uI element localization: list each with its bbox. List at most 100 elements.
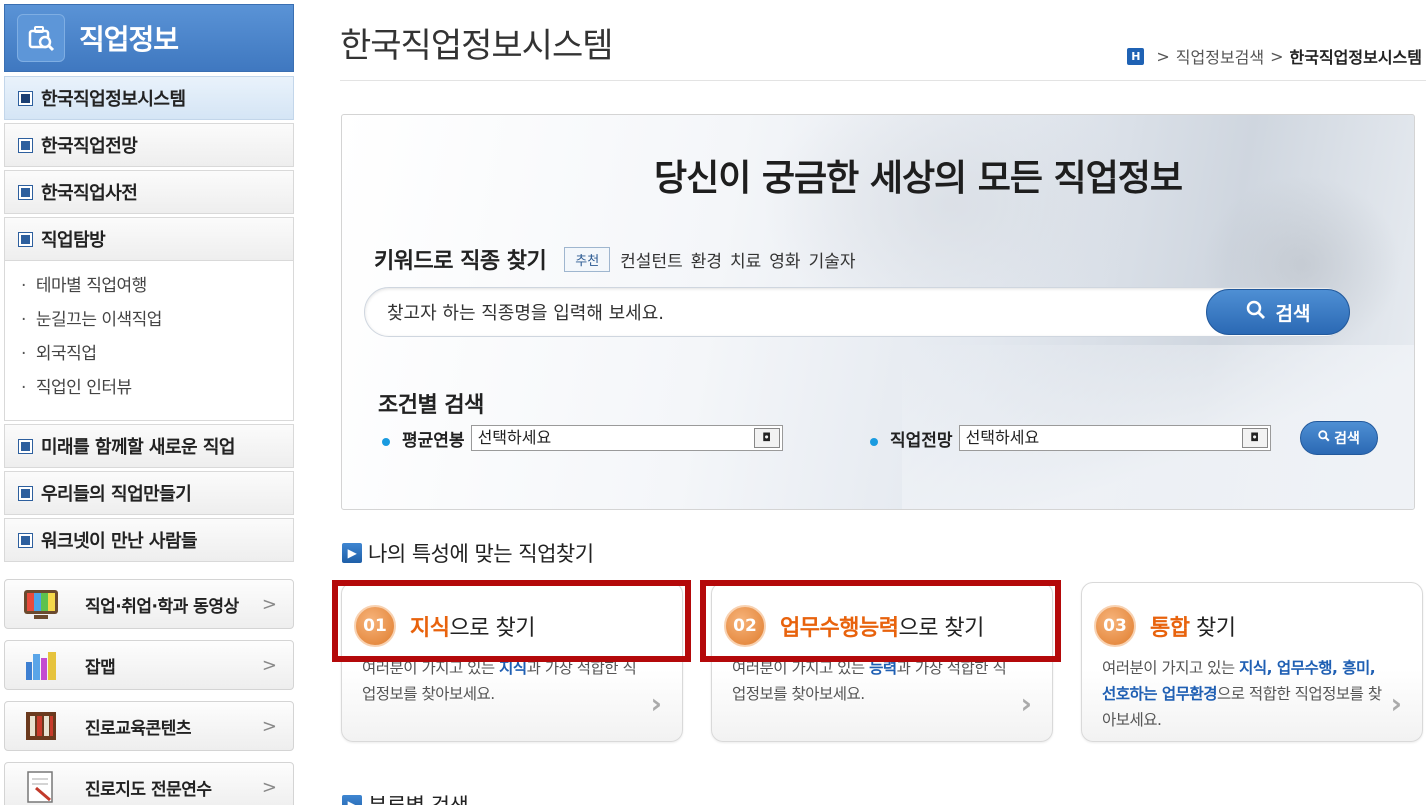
search-button-label: 검색	[1275, 302, 1311, 325]
category-section-header: ▶ 분류별 검색	[342, 790, 469, 805]
search-job-icon	[17, 14, 65, 62]
chevron-right-icon: ›	[1020, 687, 1032, 720]
breadcrumb-item-job-search[interactable]: 직업정보검색	[1176, 44, 1264, 68]
dropdown-arrow-icon: ◘	[1241, 428, 1268, 448]
home-icon[interactable]: H	[1127, 47, 1145, 65]
card-title-rest: 찾기	[1189, 616, 1236, 641]
title-divider	[340, 80, 1426, 81]
sidebar-item-making-jobs[interactable]: 우리들의 직업만들기	[4, 471, 294, 515]
annotation-highlight-box	[332, 580, 691, 662]
condition-search-title: 조건별 검색	[378, 393, 484, 418]
search-headline: 당신이 궁금한 세상의 모든 직업정보	[654, 158, 1183, 199]
card-head: 03 통합 찾기	[1094, 605, 1236, 647]
quick-link-career-content[interactable]: 진로교육콘텐츠 >	[4, 701, 294, 751]
map-icon	[21, 647, 61, 683]
search-icon	[1246, 300, 1266, 325]
chevron-right-icon: >	[261, 654, 277, 676]
desc-text: 여러분이 가지고 있는	[1102, 659, 1240, 677]
submenu-item-theme-travel[interactable]: 테마별 직업여행	[21, 269, 293, 303]
keyword-link[interactable]: 컨설턴트	[620, 247, 683, 272]
menu-bullet-icon	[18, 231, 33, 247]
card-description: 여러분이 가지고 있는 능력과 가장 적합한 직업정보를 찾아보세요.	[732, 655, 1012, 707]
salary-label: 평균연봉	[402, 430, 465, 451]
condition-search-button[interactable]: 검색	[1300, 421, 1378, 455]
menu-bullet-icon	[18, 532, 33, 548]
card-title: 통합 찾기	[1150, 610, 1236, 642]
breadcrumb-separator-icon: >	[1270, 46, 1284, 66]
sidebar-item-label: 워크넷이 만난 사람들	[41, 531, 198, 552]
outlook-field: 직업전망 선택하세요 ◘	[870, 425, 1271, 451]
submenu-item-interviews[interactable]: 직업인 인터뷰	[21, 371, 293, 405]
breadcrumb-current: 한국직업정보시스템	[1289, 48, 1422, 67]
sidebar-item-label: 한국직업사전	[41, 183, 138, 204]
job-search-input[interactable]	[387, 298, 1187, 328]
keyword-search-title: 키워드로 직종 찾기	[374, 249, 547, 274]
sidebar-item-korea-job-info-system[interactable]: 한국직업정보시스템	[4, 76, 294, 120]
chevron-right-icon: ›	[650, 687, 662, 720]
menu-bullet-icon	[18, 485, 33, 501]
quick-link-label: 진로지도 전문연수	[85, 779, 212, 800]
search-button[interactable]: 검색	[1206, 289, 1350, 335]
menu-bullet-icon	[18, 184, 33, 200]
recommended-keywords: 컨설턴트 환경 치료 영화 기술자	[620, 247, 863, 272]
category-section-title: 분류별 검색	[368, 790, 469, 805]
card-number-badge: 03	[1094, 605, 1136, 647]
keyword-link[interactable]: 영화	[769, 247, 800, 272]
page-title: 한국직업정보시스템	[340, 26, 614, 66]
job-exploration-submenu: 테마별 직업여행 눈길끄는 이색직업 외국직업 직업인 인터뷰	[4, 261, 294, 421]
quick-link-training[interactable]: 진로지도 전문연수 >	[4, 762, 294, 805]
sidebar-item-korea-job-outlook[interactable]: 한국직업전망	[4, 123, 294, 167]
search-panel: 당신이 궁금한 세상의 모든 직업정보 키워드로 직종 찾기 추천 컨설턴트 환…	[341, 114, 1415, 510]
chevron-right-icon: ›	[1390, 687, 1402, 720]
sidebar-item-korea-job-dictionary[interactable]: 한국직업사전	[4, 170, 294, 214]
section-arrow-icon: ▶	[342, 543, 362, 563]
traits-section-header: ▶ 나의 특성에 맞는 직업찾기	[342, 538, 594, 568]
chevron-right-icon: >	[261, 593, 277, 615]
chevron-right-icon: >	[261, 776, 277, 798]
quick-link-label: 잡맵	[85, 657, 116, 678]
card-title-highlight: 통합	[1150, 616, 1190, 641]
menu-bullet-icon	[18, 137, 33, 153]
sidebar: 직업정보 한국직업정보시스템 한국직업전망 한국직업사전 직업탐방 테마별 직업…	[4, 4, 294, 562]
dropdown-arrow-icon: ◘	[753, 428, 780, 448]
annotation-highlight-box	[700, 580, 1061, 662]
salary-select-value: 선택하세요	[477, 428, 552, 447]
menu-bullet-icon	[18, 438, 33, 454]
sidebar-item-label: 우리들의 직업만들기	[41, 484, 192, 505]
card-description: 여러분이 가지고 있는 지식, 업무수행, 흥미, 선호하는 업무환경으로 적합…	[1102, 655, 1382, 733]
sidebar-item-label: 한국직업정보시스템	[41, 89, 186, 110]
search-icon	[1318, 430, 1330, 446]
salary-select[interactable]: 선택하세요 ◘	[470, 425, 783, 451]
sidebar-item-label: 직업탐방	[41, 230, 106, 251]
submenu-item-foreign-jobs[interactable]: 외국직업	[21, 337, 293, 371]
breadcrumb: H > 직업정보검색 > 한국직업정보시스템	[1127, 44, 1422, 68]
keyword-row: 키워드로 직종 찾기 추천 컨설턴트 환경 치료 영화 기술자	[374, 243, 864, 275]
card-integrated[interactable]: 03 통합 찾기 여러분이 가지고 있는 지식, 업무수행, 흥미, 선호하는 …	[1081, 582, 1423, 742]
search-bar: 검색	[364, 287, 1350, 337]
sidebar-item-label: 미래를 함께할 새로운 직업	[41, 437, 235, 458]
document-icon	[21, 769, 61, 805]
bullet-dot-icon	[382, 438, 390, 446]
menu-bullet-icon	[18, 90, 33, 106]
bullet-dot-icon	[870, 438, 878, 446]
card-description: 여러분이 가지고 있는 지식과 가장 적합한 직업정보를 찾아보세요.	[362, 655, 642, 707]
breadcrumb-separator-icon: >	[1156, 46, 1170, 66]
keyword-link[interactable]: 치료	[730, 247, 761, 272]
traits-section-title: 나의 특성에 맞는 직업찾기	[368, 542, 594, 566]
keyword-link[interactable]: 기술자	[809, 247, 856, 272]
tv-icon	[21, 586, 61, 622]
sidebar-item-future-jobs[interactable]: 미래를 함께할 새로운 직업	[4, 424, 294, 468]
submenu-item-unusual-jobs[interactable]: 눈길끄는 이색직업	[21, 303, 293, 337]
quick-link-label: 진로교육콘텐츠	[85, 718, 191, 739]
quick-link-videos[interactable]: 직업·취업·학과 동영상 >	[4, 579, 294, 629]
outlook-select[interactable]: 선택하세요 ◘	[958, 425, 1271, 451]
books-icon	[21, 708, 61, 744]
sidebar-header: 직업정보	[4, 4, 294, 72]
quick-link-jobmap[interactable]: 잡맵 >	[4, 640, 294, 690]
salary-field: 평균연봉 선택하세요 ◘	[382, 425, 783, 451]
sidebar-item-worknet-people[interactable]: 워크넷이 만난 사람들	[4, 518, 294, 562]
sidebar-item-job-exploration[interactable]: 직업탐방	[4, 217, 294, 261]
keyword-link[interactable]: 환경	[691, 247, 722, 272]
sidebar-title: 직업정보	[79, 23, 179, 56]
outlook-label: 직업전망	[890, 430, 953, 451]
